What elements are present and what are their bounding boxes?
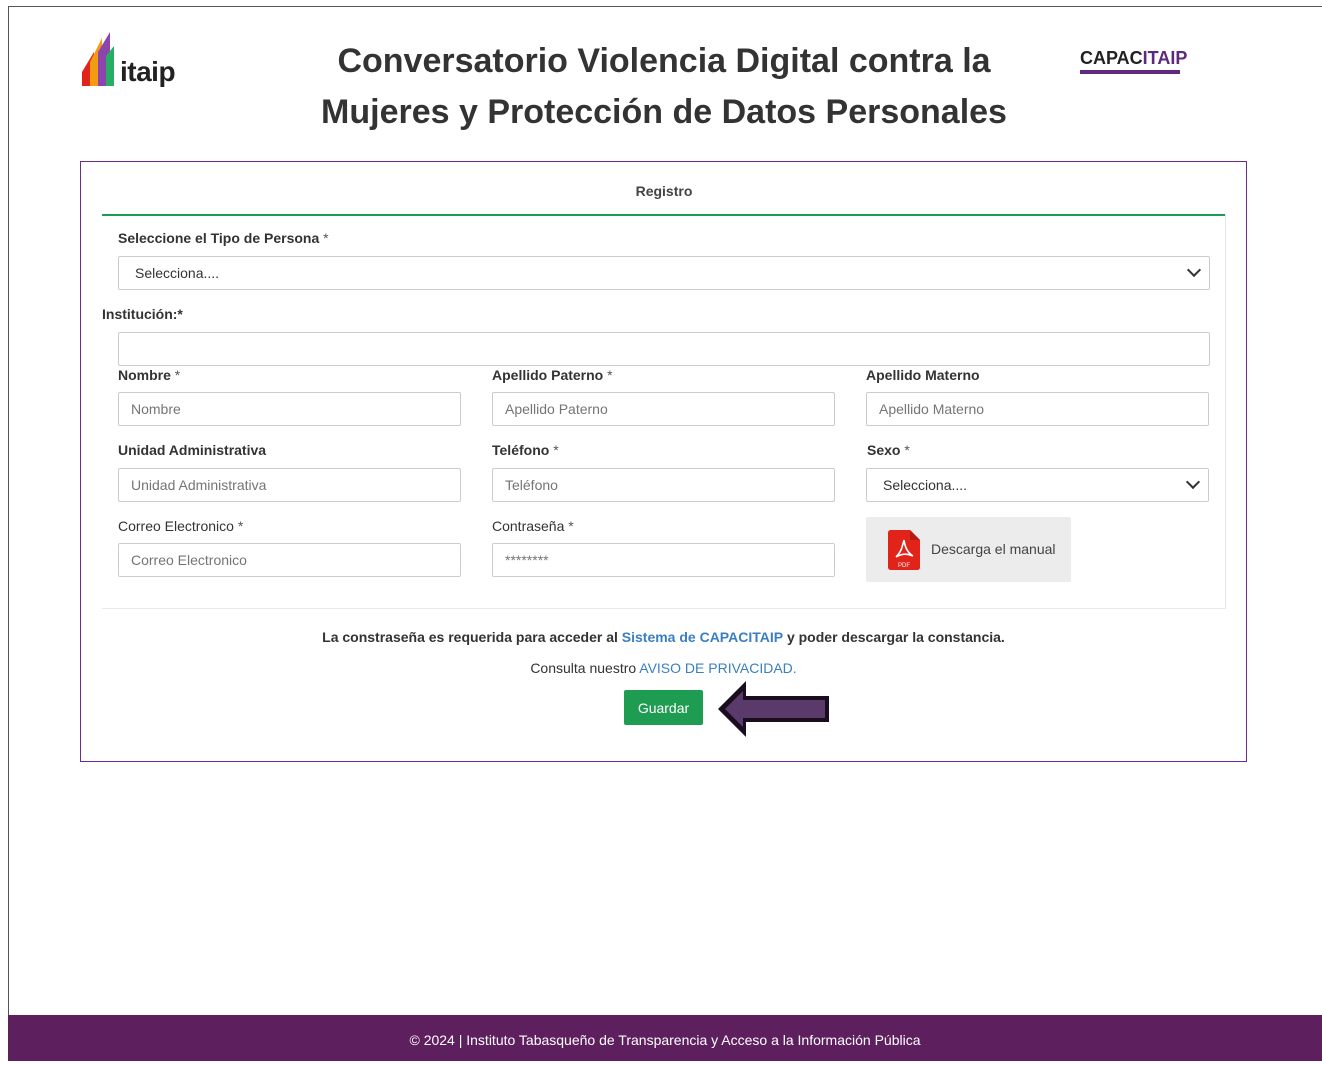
- page-title: Conversatorio Violencia Digital contra l…: [250, 36, 1078, 138]
- correo-input[interactable]: [118, 543, 461, 577]
- download-manual-button[interactable]: PDF Descarga el manual: [866, 517, 1071, 582]
- itaip-logo: itaip: [80, 32, 190, 92]
- required-mark: *: [553, 442, 559, 458]
- required-mark: *: [568, 518, 574, 534]
- privacy-notice-link[interactable]: AVISO DE PRIVACIDAD.: [639, 660, 796, 676]
- required-mark: *: [237, 518, 244, 534]
- arrow-left-icon: [718, 681, 829, 737]
- correo-label: Correo Electronico *: [118, 518, 243, 534]
- form-header: Registro: [102, 178, 1226, 216]
- nombre-input[interactable]: [118, 392, 461, 426]
- apellido-paterno-label: Apellido Paterno *: [492, 367, 613, 383]
- tipo-persona-value: Selecciona....: [135, 265, 220, 281]
- password-notice-pre: La constraseña es requerida para acceder…: [322, 629, 618, 645]
- telefono-label: Teléfono *: [492, 442, 559, 458]
- contrasena-input[interactable]: [492, 543, 835, 577]
- pdf-file-icon: PDF: [888, 530, 920, 570]
- password-notice-post: y poder descargar la constancia.: [786, 629, 1005, 645]
- capacitaip-logo: CAPACITAIP: [1080, 48, 1190, 78]
- download-manual-label: Descarga el manual: [931, 541, 1056, 557]
- apellido-paterno-label-text: Apellido Paterno: [492, 367, 604, 383]
- nombre-label-text: Nombre: [118, 367, 171, 383]
- tipo-persona-label: Seleccione el Tipo de Persona *: [118, 230, 329, 246]
- capacitaip-logo-text: CAPACITAIP: [1080, 48, 1190, 69]
- capacitaip-system-link[interactable]: Sistema de CAPACITAIP: [622, 629, 783, 645]
- capacitaip-logo-bar: [1080, 70, 1180, 74]
- capacitaip-logo-text-b: ITAIP: [1142, 48, 1188, 68]
- capacitaip-logo-text-a: CAPAC: [1080, 48, 1143, 68]
- chevron-down-icon: [1185, 474, 1201, 490]
- telefono-label-text: Teléfono: [492, 442, 550, 458]
- page-title-line2: Mujeres y Protección de Datos Personales: [321, 93, 1007, 131]
- required-mark: *: [607, 367, 613, 383]
- password-notice: La constraseña es requerida para acceder…: [80, 629, 1247, 645]
- sexo-select[interactable]: Selecciona....: [866, 468, 1209, 502]
- required-mark: *: [323, 230, 329, 246]
- privacy-notice: Consulta nuestro AVISO DE PRIVACIDAD.: [80, 660, 1247, 676]
- nombre-label: Nombre *: [118, 367, 180, 383]
- pdf-icon-label: PDF: [898, 563, 910, 569]
- footer: © 2024 | Instituto Tabasqueño de Transpa…: [8, 1015, 1322, 1061]
- sexo-label: Sexo *: [867, 442, 910, 458]
- apellido-materno-label: Apellido Materno: [866, 367, 980, 383]
- unidad-administrativa-label: Unidad Administrativa: [118, 442, 267, 458]
- sexo-value: Selecciona....: [883, 477, 968, 493]
- apellido-paterno-input[interactable]: [492, 392, 835, 426]
- institucion-label: Institución:*: [102, 306, 183, 322]
- sexo-label-text: Sexo: [867, 442, 901, 458]
- tipo-persona-label-text: Seleccione el Tipo de Persona: [118, 230, 320, 246]
- contrasena-label-text: Contraseña: [492, 518, 565, 534]
- itaip-logo-mark-icon: [82, 32, 114, 86]
- chevron-down-icon: [1186, 262, 1202, 278]
- itaip-logo-text: itaip: [120, 56, 176, 87]
- unidad-administrativa-input[interactable]: [118, 468, 461, 502]
- page-title-line1: Conversatorio Violencia Digital contra l…: [337, 42, 991, 80]
- telefono-input[interactable]: [492, 468, 835, 502]
- contrasena-label: Contraseña *: [492, 518, 574, 534]
- correo-label-text: Correo Electronico: [118, 518, 234, 534]
- tipo-persona-select[interactable]: Selecciona....: [118, 256, 1210, 290]
- institucion-input[interactable]: [118, 332, 1210, 366]
- apellido-materno-input[interactable]: [866, 392, 1209, 426]
- required-mark: *: [904, 442, 910, 458]
- save-button[interactable]: Guardar: [624, 690, 703, 725]
- required-mark: *: [174, 367, 181, 383]
- privacy-notice-pre: Consulta nuestro: [530, 660, 637, 676]
